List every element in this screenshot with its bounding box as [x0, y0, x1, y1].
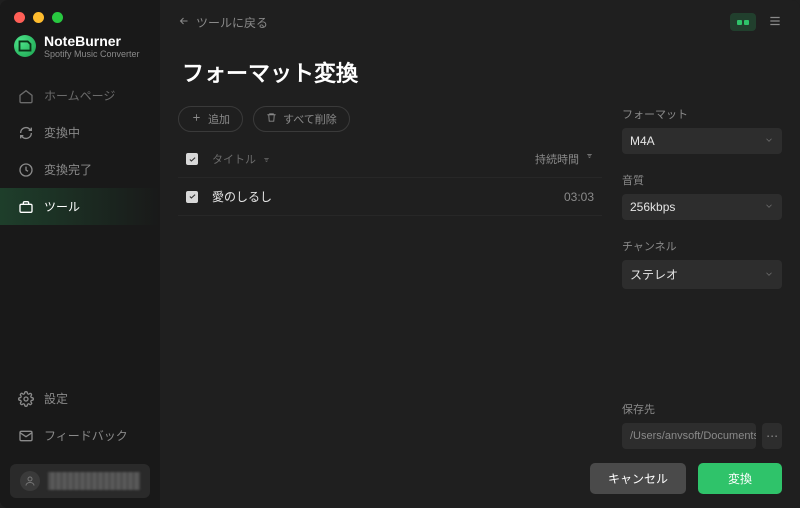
sort-icon[interactable]	[585, 151, 594, 160]
remove-all-label: すべて削除	[283, 111, 337, 127]
browse-button[interactable]: ⋯	[762, 423, 782, 449]
field-output: 保存先 /Users/anvsoft/Documents/ ⋯	[622, 401, 782, 449]
avatar-icon	[20, 471, 40, 491]
arrow-left-icon	[178, 15, 190, 30]
window-minimize[interactable]	[33, 12, 44, 23]
output-path-input[interactable]: /Users/anvsoft/Documents/	[622, 423, 756, 449]
trash-icon	[266, 112, 277, 126]
sidebar-item-home[interactable]: ホームページ	[0, 77, 160, 114]
chevron-down-icon	[764, 268, 774, 282]
col-title-label: タイトル	[212, 151, 256, 167]
sidebar: NoteBurner Spotify Music Converter ホームペー…	[0, 0, 160, 508]
toolbox-icon	[18, 199, 34, 215]
gear-icon	[18, 391, 34, 407]
sidebar-item-settings[interactable]: 設定	[0, 380, 160, 417]
main-panel: ツールに戻る フォーマット変換 追	[160, 0, 800, 508]
settings-panel: フォーマット M4A 音質 256kbps	[622, 106, 782, 449]
bitrate-value: 256kbps	[630, 200, 675, 214]
sidebar-item-label: ツール	[44, 198, 80, 215]
page-title: フォーマット変換	[182, 56, 778, 88]
sync-icon	[18, 125, 34, 141]
back-label: ツールに戻る	[196, 14, 268, 31]
table-row[interactable]: 愛のしるし 03:03	[178, 178, 602, 216]
sidebar-item-label: 変換中	[44, 124, 80, 141]
channel-select[interactable]: ステレオ	[622, 260, 782, 289]
sidebar-item-label: 変換完了	[44, 161, 92, 178]
account-card[interactable]	[10, 464, 150, 498]
add-button[interactable]: 追加	[178, 106, 243, 132]
cancel-button[interactable]: キャンセル	[590, 463, 686, 494]
field-channel: チャンネル ステレオ	[622, 238, 782, 289]
mail-icon	[18, 428, 34, 444]
sidebar-item-completed[interactable]: 変換完了	[0, 151, 160, 188]
table-header: タイトル 持続時間	[178, 141, 602, 178]
sort-icon[interactable]	[262, 155, 271, 164]
bitrate-label: 音質	[622, 172, 782, 188]
chevron-down-icon	[764, 200, 774, 214]
sidebar-item-tools[interactable]: ツール	[0, 188, 160, 225]
window-maximize[interactable]	[52, 12, 63, 23]
sidebar-item-feedback[interactable]: フィードバック	[0, 417, 160, 454]
footer-actions: キャンセル 変換	[178, 449, 782, 494]
clock-icon	[18, 162, 34, 178]
file-list-panel: 追加 すべて削除	[178, 106, 602, 449]
convert-button[interactable]: 変換	[698, 463, 782, 494]
sidebar-item-label: 設定	[44, 390, 68, 407]
window-close[interactable]	[14, 12, 25, 23]
app-window: NoteBurner Spotify Music Converter ホームペー…	[0, 0, 800, 508]
format-select[interactable]: M4A	[622, 128, 782, 154]
layout-toggle[interactable]	[730, 13, 756, 31]
col-duration-label: 持続時間	[535, 151, 579, 167]
file-table: タイトル 持続時間	[178, 140, 602, 216]
back-button[interactable]: ツールに戻る	[178, 14, 268, 31]
sidebar-item-converting[interactable]: 変換中	[0, 114, 160, 151]
sidebar-nav: ホームページ 変換中 変換完了 ツール	[0, 77, 160, 225]
row-duration: 03:03	[564, 190, 594, 204]
row-checkbox[interactable]	[186, 191, 198, 203]
bitrate-select[interactable]: 256kbps	[622, 194, 782, 220]
add-label: 追加	[208, 111, 230, 127]
field-format: フォーマット M4A	[622, 106, 782, 154]
field-bitrate: 音質 256kbps	[622, 172, 782, 220]
sidebar-bottom-nav: 設定 フィードバック	[0, 380, 160, 454]
format-label: フォーマット	[622, 106, 782, 122]
window-controls	[0, 0, 160, 31]
topbar: ツールに戻る	[178, 10, 782, 34]
format-value: M4A	[630, 134, 655, 148]
account-name-redacted	[48, 472, 140, 490]
select-all-checkbox[interactable]	[186, 153, 198, 165]
ellipsis-icon: ⋯	[766, 429, 778, 443]
output-label: 保存先	[622, 401, 782, 417]
chevron-down-icon	[764, 134, 774, 148]
sidebar-item-label: ホームページ	[44, 87, 115, 104]
brand-name: NoteBurner	[44, 33, 140, 49]
output-path-value: /Users/anvsoft/Documents/	[630, 430, 756, 442]
channel-value: ステレオ	[630, 266, 678, 283]
app-logo-icon	[14, 35, 36, 57]
home-icon	[18, 88, 34, 104]
remove-all-button[interactable]: すべて削除	[253, 106, 350, 132]
channel-label: チャンネル	[622, 238, 782, 254]
brand: NoteBurner Spotify Music Converter	[0, 31, 160, 77]
row-title: 愛のしるし	[212, 188, 272, 205]
menu-icon[interactable]	[768, 14, 782, 31]
plus-icon	[191, 112, 202, 126]
sidebar-item-label: フィードバック	[44, 427, 128, 444]
brand-subtitle: Spotify Music Converter	[44, 49, 140, 59]
